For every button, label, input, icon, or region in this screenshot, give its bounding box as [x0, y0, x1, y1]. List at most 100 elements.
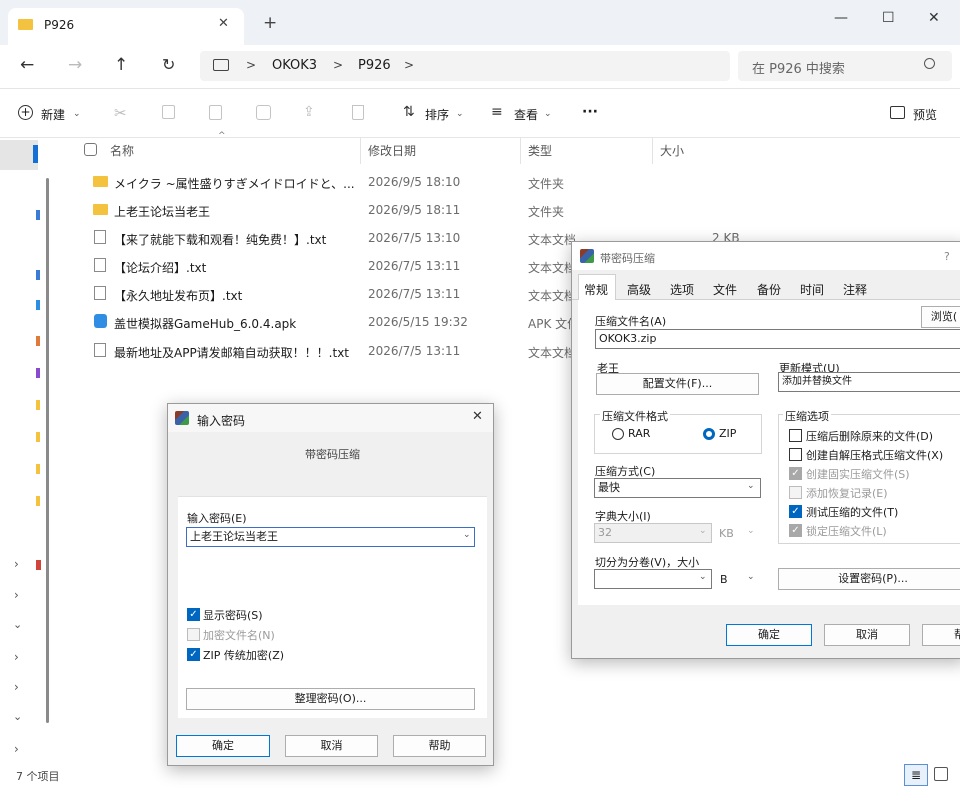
format-rar-radio[interactable]	[612, 428, 624, 440]
chevron-down-icon[interactable]: ⌄	[699, 572, 707, 582]
archive-help-button[interactable]: 帮	[922, 624, 960, 646]
chevron-down-icon[interactable]: ⌄	[13, 618, 22, 631]
cut-icon[interactable]: ✂	[114, 104, 127, 122]
column-header-date[interactable]: 修改日期	[368, 142, 416, 159]
tab-backup[interactable]: 备份	[757, 281, 781, 298]
chevron-right-icon[interactable]: ›	[14, 680, 19, 694]
breadcrumb-p926[interactable]: P926	[358, 58, 391, 73]
format-rar-label[interactable]: RAR	[628, 427, 650, 440]
password-dialog-title: 输入密码	[197, 414, 246, 428]
maximize-button[interactable]: ☐	[882, 10, 895, 26]
chevron-right-icon[interactable]: ›	[14, 588, 19, 602]
split-size-input[interactable]	[594, 569, 712, 589]
close-button[interactable]: ✕	[928, 10, 940, 26]
encrypt-names-checkbox[interactable]	[187, 628, 200, 641]
solid-checkbox[interactable]: ✓	[789, 467, 802, 480]
lock-checkbox[interactable]: ✓	[789, 524, 802, 537]
column-divider[interactable]	[652, 138, 653, 164]
refresh-icon[interactable]: ↻	[162, 55, 175, 74]
encrypt-names-label[interactable]: 加密文件名(N)	[203, 627, 275, 643]
navigation-pane[interactable]	[0, 138, 52, 765]
lock-label[interactable]: 锁定压缩文件(L)	[806, 523, 887, 539]
breadcrumb-okok3[interactable]: OKOK3	[272, 58, 317, 73]
format-zip-label[interactable]: ZIP	[719, 427, 736, 440]
archive-name-input[interactable]: OKOK3.zip	[595, 329, 960, 349]
recovery-checkbox[interactable]	[789, 486, 802, 499]
sfx-label[interactable]: 创建自解压格式压缩文件(X)	[806, 447, 943, 463]
archive-ok-button[interactable]: 确定	[726, 624, 812, 646]
tab-options[interactable]: 选项	[670, 281, 694, 298]
tab-close-icon[interactable]: ✕	[218, 16, 229, 31]
chevron-right-icon[interactable]: ›	[14, 742, 19, 756]
nav-scrollbar[interactable]	[46, 178, 49, 723]
delete-after-checkbox[interactable]	[789, 429, 802, 442]
chevron-right-icon[interactable]: ›	[14, 557, 19, 571]
delete-icon[interactable]	[352, 105, 364, 120]
browse-button[interactable]: 浏览(	[921, 306, 960, 328]
chevron-down-icon[interactable]: ⌄	[13, 710, 22, 723]
share-icon[interactable]: ⇪	[303, 104, 315, 120]
organize-passwords-button[interactable]: 整理密码(O)...	[186, 688, 475, 710]
test-label[interactable]: 测试压缩的文件(T)	[806, 504, 898, 520]
show-password-checkbox[interactable]: ✓	[187, 608, 200, 621]
zip-legacy-label[interactable]: ZIP 传统加密(Z)	[203, 647, 284, 663]
dictionary-select[interactable]: 32	[594, 523, 712, 543]
column-divider[interactable]	[360, 138, 361, 164]
select-all-checkbox[interactable]	[84, 143, 97, 156]
delete-after-label[interactable]: 压缩后删除原来的文件(D)	[806, 428, 933, 444]
chevron-down-icon[interactable]: ⌄	[747, 481, 755, 491]
tab-time[interactable]: 时间	[800, 281, 824, 298]
column-header-type[interactable]: 类型	[528, 142, 552, 159]
password-input[interactable]: 上老王论坛当老王	[186, 527, 475, 547]
set-password-button[interactable]: 设置密码(P)...	[778, 568, 960, 590]
back-arrow-icon[interactable]: ←	[20, 55, 34, 75]
password-ok-button[interactable]: 确定	[176, 735, 270, 757]
tab-general[interactable]: 常规	[584, 281, 608, 298]
update-mode-select[interactable]: 添加并替换文件	[778, 372, 960, 392]
close-icon[interactable]: ✕	[472, 409, 483, 424]
help-icon[interactable]: ?	[944, 250, 950, 263]
archive-cancel-button[interactable]: 取消	[824, 624, 910, 646]
minimize-button[interactable]: —	[834, 10, 848, 26]
zip-legacy-checkbox[interactable]: ✓	[187, 648, 200, 661]
tab-files[interactable]: 文件	[713, 281, 737, 298]
profiles-button[interactable]: 配置文件(F)...	[596, 373, 759, 395]
up-arrow-icon[interactable]: ↑	[114, 55, 128, 75]
file-row[interactable]: 上老王论坛当老王 2026/9/5 18:11 文件夹	[88, 196, 958, 224]
split-unit[interactable]: B	[720, 573, 728, 586]
preview-button[interactable]: 预览	[913, 106, 937, 123]
chevron-down-icon[interactable]: ⌄	[463, 530, 471, 540]
sfx-checkbox[interactable]	[789, 448, 802, 461]
show-password-label[interactable]: 显示密码(S)	[203, 607, 263, 623]
column-header-size[interactable]: 大小	[660, 142, 684, 159]
solid-label[interactable]: 创建固实压缩文件(S)	[806, 466, 910, 482]
tiles-view-button[interactable]	[934, 767, 948, 781]
column-header-name[interactable]: 名称	[110, 142, 134, 159]
copy-icon[interactable]	[162, 105, 175, 119]
new-button[interactable]: 新建	[41, 106, 65, 123]
recovery-label[interactable]: 添加恢复记录(E)	[806, 485, 888, 501]
paste-icon[interactable]	[209, 105, 222, 120]
chevron-down-icon[interactable]: ⌄	[747, 526, 755, 536]
chevron-right-icon[interactable]: ›	[14, 650, 19, 664]
tab-advanced[interactable]: 高级	[627, 281, 651, 298]
view-button[interactable]: 查看	[514, 106, 538, 123]
chevron-down-icon[interactable]: ⌄	[747, 572, 755, 582]
password-help-button[interactable]: 帮助	[393, 735, 486, 757]
test-checkbox[interactable]: ✓	[789, 505, 802, 518]
column-divider[interactable]	[520, 138, 521, 164]
method-select[interactable]: 最快	[594, 478, 761, 498]
file-row[interactable]: メイクラ ~属性盛りすぎメイドロイドと、... 2026/9/5 18:10 文…	[88, 168, 958, 196]
search-icon[interactable]	[924, 58, 935, 69]
sort-button[interactable]: 排序	[425, 106, 449, 123]
forward-arrow-icon[interactable]: →	[68, 55, 82, 75]
format-zip-radio[interactable]	[703, 428, 715, 440]
password-cancel-button[interactable]: 取消	[285, 735, 378, 757]
nav-icon	[36, 496, 40, 506]
rename-icon[interactable]	[256, 105, 271, 120]
new-tab-button[interactable]: +	[263, 13, 277, 33]
tab-comment[interactable]: 注释	[843, 281, 867, 298]
details-view-button[interactable]: ≣	[904, 764, 928, 786]
more-button[interactable]: ···	[582, 104, 598, 120]
chevron-down-icon[interactable]: ⌄	[699, 526, 707, 536]
